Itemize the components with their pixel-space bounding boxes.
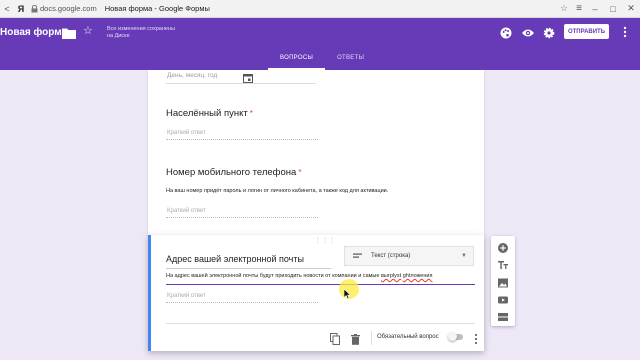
star-icon[interactable]: ☆	[83, 24, 93, 37]
question-title[interactable]: Населённый пункт *	[166, 108, 253, 119]
more-vert-icon[interactable]	[473, 332, 479, 345]
question-title-input[interactable]: Адрес вашей электронной почты	[166, 254, 304, 264]
folder-icon[interactable]	[62, 26, 76, 39]
misspelled-word: ghtложения	[402, 273, 433, 279]
question-title[interactable]: Номер мобильного телефона *	[166, 167, 301, 178]
url-text[interactable]: docs.google.com	[40, 4, 97, 13]
short-answer-hint: Краткий ответ	[167, 293, 206, 299]
save-status: Все изменения сохранены на Диске	[107, 26, 175, 39]
form-question-list: День, месяц, год Населённый пункт * Кратк…	[148, 70, 484, 236]
active-question-card[interactable]: ⋮⋮⋮ Адрес вашей электронной почты Текст …	[148, 235, 484, 351]
add-section-icon[interactable]	[497, 310, 509, 322]
short-answer-hint: Краткий ответ	[167, 130, 206, 136]
bookmark-star-icon[interactable]: ☆	[556, 3, 572, 14]
tab-responses[interactable]: ОТВЕТЫ	[325, 52, 376, 70]
palette-icon[interactable]	[500, 26, 512, 39]
required-asterisk: *	[249, 109, 253, 118]
browser-menu-icon[interactable]: ≡	[572, 3, 586, 14]
question-type-label: Текст (строка)	[371, 253, 411, 259]
date-hint: День, месяц, год	[167, 72, 218, 79]
add-title-icon[interactable]	[497, 258, 509, 270]
back-button[interactable]: <	[0, 0, 14, 18]
browser-address-bar: < Я docs.google.com Новая форма - Google…	[0, 0, 640, 18]
misspelled-word: выгрlyst	[380, 273, 402, 279]
description-input[interactable]: На адрес вашей электронной почты будут п…	[166, 273, 475, 285]
maximize-button[interactable]: □	[604, 4, 622, 14]
toggle-knob	[448, 332, 457, 341]
lock-icon	[28, 4, 40, 13]
add-video-icon[interactable]	[497, 293, 509, 305]
app-header: Новая форма ☆ Все изменения сохранены на…	[0, 18, 640, 70]
delete-icon[interactable]	[351, 332, 360, 345]
question-description[interactable]: На ваш номер придёт пароль и логин от ли…	[166, 188, 388, 194]
form-tabs: ВОПРОСЫ ОТВЕТЫ	[268, 52, 376, 70]
duplicate-icon[interactable]	[330, 332, 340, 345]
minimize-button[interactable]: –	[586, 4, 604, 14]
settings-gear-icon[interactable]	[543, 26, 555, 39]
calendar-icon	[243, 70, 253, 83]
close-button[interactable]: ✕	[622, 3, 640, 14]
answer-line	[166, 139, 318, 140]
add-image-icon[interactable]	[497, 276, 509, 288]
form-title[interactable]: Новая форма	[0, 27, 67, 38]
chevron-down-icon: ▼	[461, 253, 467, 259]
yandex-logo[interactable]: Я	[14, 0, 28, 18]
question-type-select[interactable]: Текст (строка) ▼	[344, 246, 474, 266]
add-question-icon[interactable]	[497, 241, 509, 253]
answer-line	[166, 217, 318, 218]
more-vert-icon[interactable]	[620, 25, 630, 38]
mouse-pointer-icon	[343, 286, 352, 300]
footer-divider	[371, 331, 372, 345]
short-answer-hint: Краткий ответ	[167, 208, 206, 214]
side-toolbar	[491, 236, 515, 326]
drag-handle-icon[interactable]: ⋮⋮⋮	[315, 237, 336, 244]
tab-questions[interactable]: ВОПРОСЫ	[268, 52, 326, 70]
send-button[interactable]: ОТПРАВИТЬ	[564, 24, 609, 39]
answer-line	[166, 302, 318, 303]
required-label: Обязательный вопрос	[377, 334, 439, 340]
required-toggle[interactable]	[448, 332, 463, 341]
page-tab-title: Новая форма - Google Формы	[104, 4, 210, 13]
preview-eye-icon[interactable]	[522, 26, 534, 38]
title-underline	[166, 268, 331, 269]
card-divider	[166, 323, 475, 324]
short-text-icon	[353, 253, 367, 259]
required-asterisk: *	[298, 168, 302, 177]
date-answer-line	[166, 83, 316, 84]
